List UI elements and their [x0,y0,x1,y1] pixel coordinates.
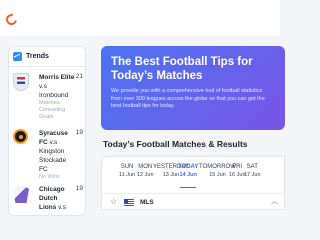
trends-title: Trends [26,53,49,60]
trend-opponent: Kingston Stockade FC [39,148,67,173]
day-date: 17 Jun [244,172,261,178]
team-crest-icon [13,185,29,203]
trend-vs: v.s [49,139,58,146]
trend-count: 21 [75,73,83,80]
day-name: MON [138,164,153,170]
tab-today[interactable]: TODAY 14 Jun [178,163,199,188]
day-name: SUN [120,164,134,170]
trend-team: Morris Elite [39,74,75,81]
trend-vs: v.s [58,204,66,211]
trend-count: 19 [75,129,83,136]
day-date: 14 Jun [179,172,197,178]
trend-match: Syracuse FC v.s Kingston Stockade FC No … [39,129,75,181]
trend-opponent: Ironbound [39,92,69,99]
trending-up-icon [13,52,22,61]
hero-title: The Best Football Tips for Today’s Match… [111,56,253,82]
league-row[interactable]: ☆ MLS ︿ [102,193,284,209]
chevron-up-icon[interactable]: ︿ [271,196,278,206]
trend-status: Matches Conceding Goals [39,100,66,120]
trend-match: Morris Elite v.s Ironbound Matches Conce… [39,73,75,121]
trend-status: No Wins [39,174,60,180]
day-tabs: SUN 11 Jun MON 12 Jun YESTERDAY 13 Jun T… [101,156,285,210]
team-crest-icon [13,129,28,144]
tab-sat[interactable]: SAT 17 Jun [244,163,261,180]
page: Trends Morris Elite v.s Ironbound Matche… [0,0,285,216]
tab-sun[interactable]: SUN 11 Jun [119,163,135,180]
team-crest-icon [13,73,29,91]
trend-vs: v.s [39,83,47,90]
league-name: MLS [140,199,154,206]
section-title: Today’s Football Matches & Results [103,139,248,149]
site-logo-icon[interactable] [3,11,20,28]
day-date: 12 Jun [137,172,154,178]
trend-count: 19 [75,185,83,192]
hero-description: We provide you with a comprehensive tool… [111,88,265,109]
trends-panel: Trends Morris Elite v.s Ironbound Matche… [8,46,86,216]
day-date: 11 Jun [119,172,136,178]
trends-header: Trends [9,47,85,67]
day-name: TODAY [178,164,199,170]
star-icon[interactable]: ☆ [110,197,117,207]
hero-banner: The Best Football Tips for Today’s Match… [101,46,285,130]
top-header [0,0,280,36]
day-name: SAT [246,164,258,170]
us-flag-icon [124,199,134,206]
trend-match: Chicago Dutch Lions v.s [39,185,75,212]
tab-mon[interactable]: MON 12 Jun [137,163,154,180]
